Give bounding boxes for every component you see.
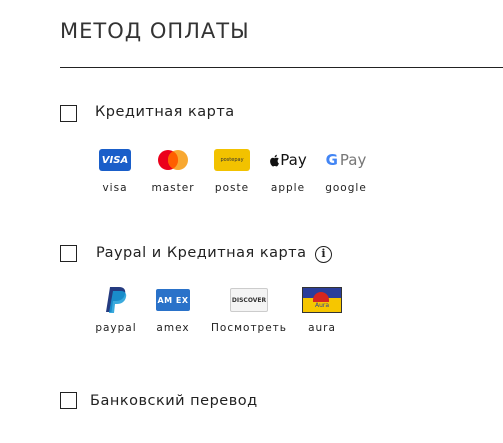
method-label-visa: visa [102, 182, 128, 194]
apple-pay-text: Pay [280, 151, 307, 169]
aura-logo-icon: Aura [302, 287, 342, 313]
google-pay-logo-icon: G Pay [326, 151, 367, 169]
method-label-poste: poste [214, 182, 250, 194]
apple-pay-logo-icon: Pay [269, 151, 307, 169]
visa-logo-icon: VISA [99, 149, 131, 171]
payment-method-amex: AM EX amex [143, 284, 203, 334]
payment-method-visa: VISA visa [85, 144, 145, 194]
credit-card-checkbox[interactable] [60, 105, 77, 122]
paypal-logo-icon [106, 287, 127, 313]
paypal-credit-card-label[interactable]: Paypal и Кредитная карта [96, 245, 307, 261]
info-icon[interactable]: i [315, 246, 332, 263]
discover-logo-text: DISCOVER [231, 296, 267, 304]
method-label-amex: amex [156, 322, 190, 334]
payment-method-discover: DISCOVER Посмотреть [211, 284, 287, 334]
payment-method-master: master [143, 144, 203, 194]
payment-method-apple: Pay apple [258, 144, 318, 194]
aura-logo-text: Aura [314, 301, 330, 309]
method-label-master: master [151, 182, 195, 194]
method-label-google: google [325, 182, 367, 194]
payment-method-poste: postepay poste [202, 144, 262, 194]
google-pay-text: Pay [339, 151, 367, 169]
method-label-discover: Посмотреть [211, 322, 287, 334]
credit-card-label[interactable]: Кредитная карта [95, 104, 235, 120]
paypal-credit-card-checkbox[interactable] [60, 245, 77, 262]
payment-method-paypal: paypal [86, 284, 146, 334]
google-g-icon: G [325, 151, 338, 169]
method-label-paypal: paypal [95, 322, 137, 334]
bank-transfer-label[interactable]: Банковский перевод [90, 393, 258, 409]
method-label-aura: aura [308, 322, 336, 334]
discover-logo-icon: DISCOVER [230, 288, 268, 312]
payment-method-google: G Pay google [316, 144, 376, 194]
apple-icon [270, 154, 280, 166]
method-label-apple: apple [270, 182, 306, 194]
postepay-logo-icon: postepay [214, 149, 250, 171]
payment-method-aura: Aura aura [292, 284, 352, 334]
mastercard-logo-icon [158, 150, 188, 170]
amex-logo-icon: AM EX [156, 289, 190, 311]
page-title: МЕТОД ОПЛАТЫ [60, 19, 250, 43]
bank-transfer-checkbox[interactable] [60, 392, 77, 409]
divider [60, 67, 503, 68]
